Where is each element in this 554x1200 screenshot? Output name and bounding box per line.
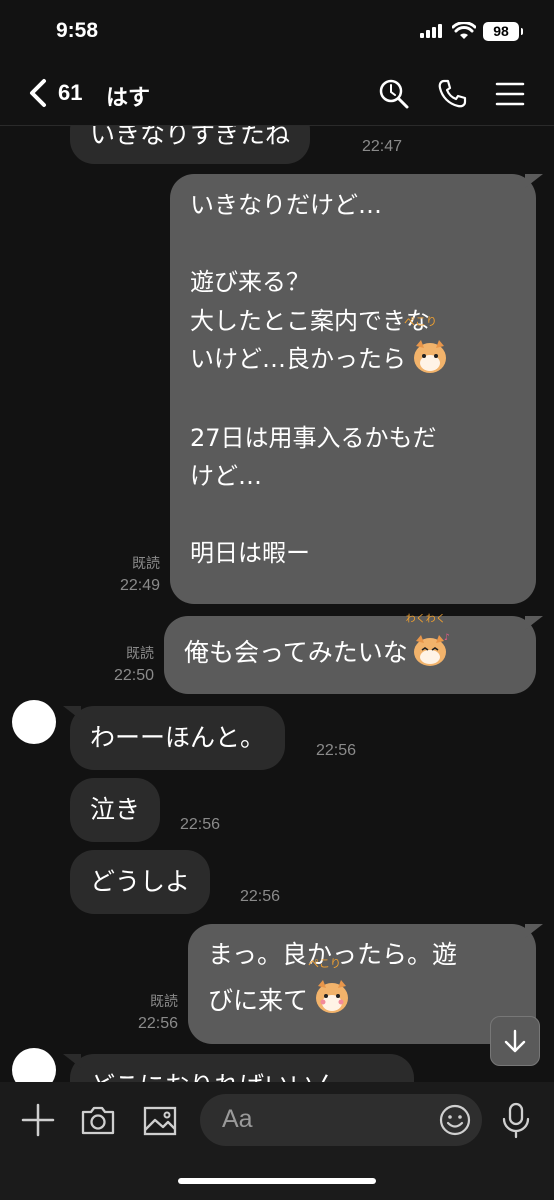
message-input[interactable]: Aa [200, 1094, 482, 1146]
read-receipt: 既読 [132, 556, 160, 572]
message-text: いきなりすぎたね [90, 126, 291, 149]
message-line: けど… [190, 462, 262, 490]
message-line [190, 225, 516, 264]
search-icon[interactable] [378, 78, 410, 110]
received-message-bubble[interactable]: どこにおりればいいん [70, 1054, 414, 1082]
message-meta: 既読 22:50 [94, 644, 154, 686]
received-message-bubble[interactable]: いきなりすぎたね [70, 126, 311, 164]
message-line: 27日は用事入るかもだ [190, 423, 437, 452]
status-bar: 9:58 98 [0, 0, 554, 60]
message-list[interactable]: いきなりすぎたね 22:47 既読 22:49 いきなりだけど… 遊び来る？ 大… [0, 126, 554, 1082]
microphone-icon[interactable] [496, 1100, 536, 1140]
message-line: いけど…良かったら [190, 345, 406, 373]
svg-text:♪: ♪ [444, 633, 450, 643]
sent-message-bubble[interactable]: 俺も会ってみたいな わくわく ♪ [164, 614, 536, 694]
status-time: 9:58 [56, 19, 99, 42]
message-input-placeholder: Aa [222, 1105, 253, 1133]
sticker-caption: ぺこり [404, 315, 437, 328]
phone-icon[interactable] [436, 78, 468, 110]
message-time: 22:56 [137, 1015, 178, 1032]
message-text: わーーほんと。 [90, 723, 266, 752]
message-meta: 既読 22:49 [100, 554, 160, 596]
message-line [190, 380, 516, 419]
message-meta: 既読 22:56 [118, 992, 178, 1034]
message-line: いきなりだけど… [190, 191, 382, 219]
message-line [190, 496, 516, 535]
message-line: びに来て [208, 986, 309, 1015]
image-icon[interactable] [140, 1100, 180, 1140]
message-time: 22:56 [180, 816, 221, 833]
message-line: 明日は暇ー [190, 539, 310, 567]
plus-icon[interactable] [18, 1100, 58, 1140]
message-time: 22:56 [316, 742, 357, 759]
sent-message-bubble[interactable]: まっ。良かったら。遊 びに来て ぺこり [188, 924, 536, 1044]
message-line: 大したとこ案内できな [190, 306, 430, 335]
avatar[interactable] [12, 1048, 56, 1082]
message-time: 22:50 [113, 667, 154, 684]
menu-icon[interactable] [494, 78, 526, 110]
wifi-icon [452, 22, 476, 39]
message-text: どこにおりればいいん [90, 1071, 339, 1082]
bowing-shiba-emoji: ぺこり [404, 316, 450, 376]
message-text: どうしよ [90, 867, 191, 896]
back-chevron-icon[interactable] [26, 78, 50, 108]
sticker-caption: ぺこり [308, 957, 342, 970]
message-time: 22:47 [362, 138, 403, 155]
received-message-bubble[interactable]: どうしよ [70, 850, 211, 914]
unread-count[interactable]: 61 [58, 80, 82, 106]
avatar[interactable] [12, 700, 56, 744]
message-line: まっ。良かったら。遊 [208, 940, 458, 969]
sticker-caption: わくわく [405, 614, 446, 625]
cellular-signal-icon [420, 24, 442, 38]
message-text: 俺も会ってみたいな [184, 638, 408, 667]
read-receipt: 既読 [150, 994, 178, 1010]
scroll-to-bottom-button[interactable] [490, 1016, 540, 1066]
chat-title: はす [106, 86, 151, 111]
bowing-shiba-emoji: ぺこり [308, 958, 352, 1016]
sent-message-bubble[interactable]: いきなりだけど… 遊び来る？ 大したとこ案内できな いけど…良かったら ぺこり … [170, 174, 536, 604]
camera-icon[interactable] [78, 1100, 118, 1140]
message-text: 泣き [90, 795, 141, 824]
read-receipt: 既読 [126, 646, 154, 662]
received-message-bubble[interactable]: わーーほんと。 [70, 706, 286, 770]
battery-indicator: 98 [483, 22, 523, 41]
message-line: 遊び来る？ [190, 268, 310, 296]
arrow-down-icon [504, 1029, 526, 1053]
excited-shiba-emoji: わくわく ♪ [406, 614, 450, 670]
message-time: 22:49 [119, 577, 160, 594]
chat-header: 61 はす [0, 60, 554, 126]
emoji-icon[interactable] [438, 1103, 472, 1137]
message-time: 22:56 [240, 888, 281, 905]
received-message-bubble[interactable]: 泣き [70, 778, 161, 842]
home-indicator[interactable] [178, 1178, 376, 1184]
